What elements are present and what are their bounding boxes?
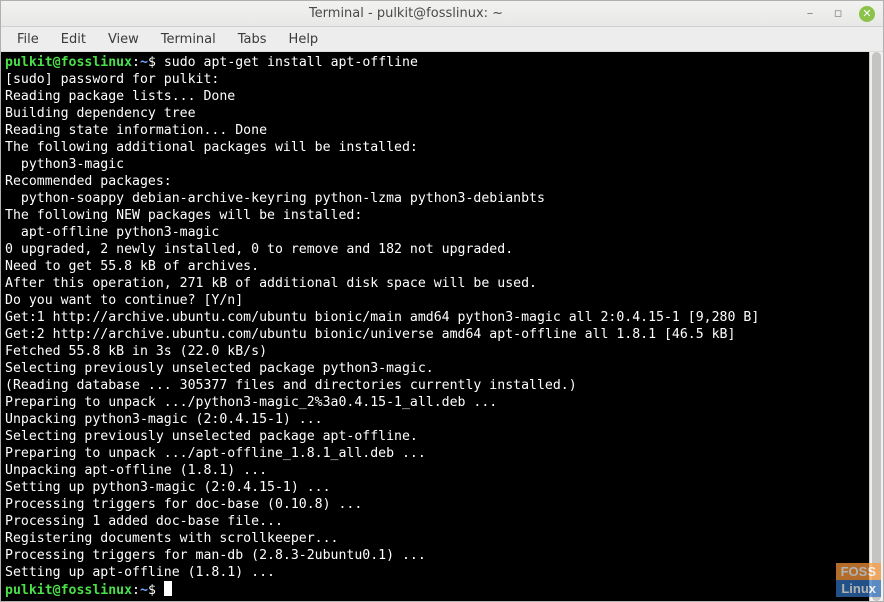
terminal-line: Setting up apt-offline (1.8.1) ... (5, 564, 865, 581)
prompt-colon: : (132, 583, 140, 598)
terminal-line: Selecting previously unselected package … (5, 360, 865, 377)
terminal-line: Reading package lists... Done (5, 88, 865, 105)
close-button[interactable]: ✕ (859, 6, 875, 22)
titlebar[interactable]: Terminal - pulkit@fosslinux: ~ – ▫ ✕ (1, 1, 883, 27)
prompt-path: ~ (140, 583, 148, 598)
terminal-line: Unpacking python3-magic (2:0.4.15-1) ... (5, 411, 865, 428)
prompt-dollar: $ (148, 55, 164, 70)
terminal-line: Get:2 http://archive.ubuntu.com/ubuntu b… (5, 326, 865, 343)
terminal-line: Reading state information... Done (5, 122, 865, 139)
prompt-user-host: pulkit@fosslinux (5, 583, 132, 598)
maximize-button[interactable]: ▫ (831, 7, 845, 21)
terminal-line: Processing triggers for doc-base (0.10.8… (5, 496, 865, 513)
terminal-line: Registering documents with scrollkeeper.… (5, 530, 865, 547)
terminal-line: pulkit@fosslinux:~$ sudo apt-get install… (5, 54, 865, 71)
menu-edit[interactable]: Edit (51, 29, 96, 50)
menu-file[interactable]: File (7, 29, 49, 50)
window-frame: Terminal - pulkit@fosslinux: ~ – ▫ ✕ Fil… (0, 0, 884, 602)
terminal-line: apt-offline python3-magic (5, 224, 865, 241)
terminal-line: Building dependency tree (5, 105, 865, 122)
terminal-line: Do you want to continue? [Y/n] (5, 292, 865, 309)
terminal-line: Preparing to unpack .../python3-magic_2%… (5, 394, 865, 411)
cursor (164, 581, 172, 596)
menu-help[interactable]: Help (279, 29, 329, 50)
terminal-line: Setting up python3-magic (2:0.4.15-1) ..… (5, 479, 865, 496)
menu-view[interactable]: View (98, 29, 149, 50)
terminal-line: Processing 1 added doc-base file... (5, 513, 865, 530)
scrollbar[interactable] (869, 52, 883, 601)
terminal-output[interactable]: pulkit@fosslinux:~$ sudo apt-get install… (1, 52, 869, 601)
command-text: sudo apt-get install apt-offline (164, 55, 418, 70)
minimize-button[interactable]: – (803, 7, 817, 21)
prompt-dollar: $ (148, 583, 164, 598)
terminal-line: Processing triggers for man-db (2.8.3-2u… (5, 547, 865, 564)
terminal-line: Get:1 http://archive.ubuntu.com/ubuntu b… (5, 309, 865, 326)
menu-tabs[interactable]: Tabs (228, 29, 277, 50)
terminal-line: Selecting previously unselected package … (5, 428, 865, 445)
terminal-line: Fetched 55.8 kB in 3s (22.0 kB/s) (5, 343, 865, 360)
menu-terminal[interactable]: Terminal (151, 29, 226, 50)
terminal-line: Unpacking apt-offline (1.8.1) ... (5, 462, 865, 479)
terminal-line: python-soappy debian-archive-keyring pyt… (5, 190, 865, 207)
terminal-line: The following additional packages will b… (5, 139, 865, 156)
window-title: Terminal - pulkit@fosslinux: ~ (9, 6, 803, 21)
terminal-area: pulkit@fosslinux:~$ sudo apt-get install… (1, 52, 883, 601)
terminal-line: 0 upgraded, 2 newly installed, 0 to remo… (5, 241, 865, 258)
terminal-line: Recommended packages: (5, 173, 865, 190)
window-controls: – ▫ ✕ (803, 6, 875, 22)
terminal-line: [sudo] password for pulkit: (5, 71, 865, 88)
terminal-line: (Reading database ... 305377 files and d… (5, 377, 865, 394)
terminal-line: The following NEW packages will be insta… (5, 207, 865, 224)
scrollbar-thumb[interactable] (872, 52, 881, 601)
prompt-colon: : (132, 55, 140, 70)
terminal-line: After this operation, 271 kB of addition… (5, 275, 865, 292)
terminal-line: python3-magic (5, 156, 865, 173)
prompt-user-host: pulkit@fosslinux (5, 55, 132, 70)
menubar: File Edit View Terminal Tabs Help (1, 27, 883, 52)
prompt-path: ~ (140, 55, 148, 70)
terminal-line: Preparing to unpack .../apt-offline_1.8.… (5, 445, 865, 462)
terminal-line: pulkit@fosslinux:~$ (5, 581, 865, 599)
terminal-line: Need to get 55.8 kB of archives. (5, 258, 865, 275)
